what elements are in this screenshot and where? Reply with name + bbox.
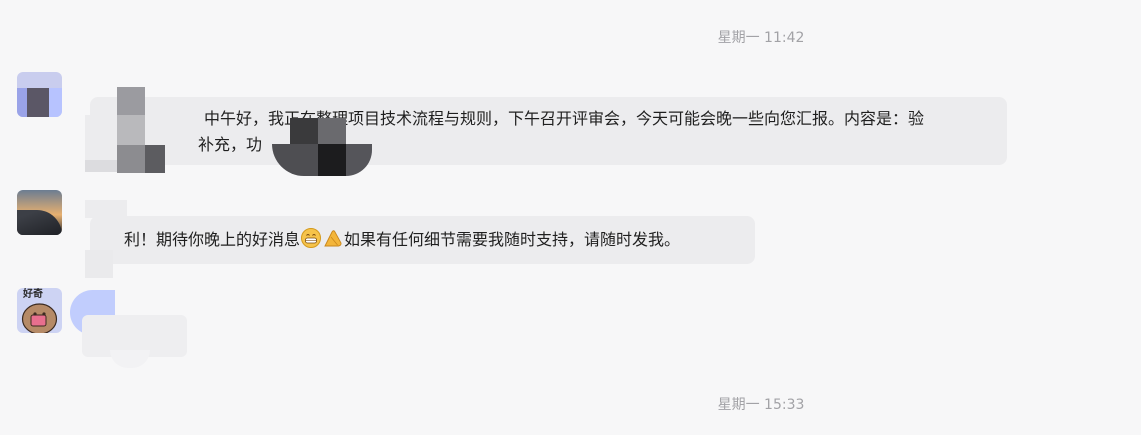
timestamp: 星期一 11:42: [717, 30, 805, 46]
avatar-badge: 好奇: [23, 289, 43, 300]
avatar-pixel: [17, 210, 62, 235]
privacy-mosaic: [272, 118, 372, 178]
privacy-mosaic: [70, 290, 190, 370]
grin-emoji-icon: [301, 228, 322, 248]
privacy-mosaic: [85, 200, 130, 280]
avatar-pixel: [49, 88, 62, 117]
avatar-pixel: [17, 88, 27, 117]
privacy-mosaic: [85, 85, 205, 175]
avatar-pixel: [27, 88, 49, 117]
thumbs-up-hand-emoji-icon: [323, 228, 343, 248]
message-text: 利！期待你晚上的好消息: [124, 230, 301, 249]
message-line: 补充，功: [198, 135, 263, 154]
message-bubble[interactable]: 中午好，我正在整理项目技术流程与规则，下午召开评审会，今天可能会晚一些向您汇报。…: [90, 97, 1007, 165]
avatar[interactable]: [17, 72, 62, 117]
message-line: 利！期待你晚上的好消息 如果有任何细节需要我随时支持，请随时发我。: [124, 227, 680, 253]
timestamp: 星期一 15:33: [717, 397, 805, 413]
message-text: 如果有任何细节需要我随时支持，请随时发我。: [344, 230, 681, 249]
message-bubble[interactable]: 利！期待你晚上的好消息 如果有任何细节需要我随时支持，请随时发我。: [90, 216, 755, 264]
avatar[interactable]: [17, 190, 62, 235]
avatar[interactable]: 好奇: [17, 288, 62, 333]
